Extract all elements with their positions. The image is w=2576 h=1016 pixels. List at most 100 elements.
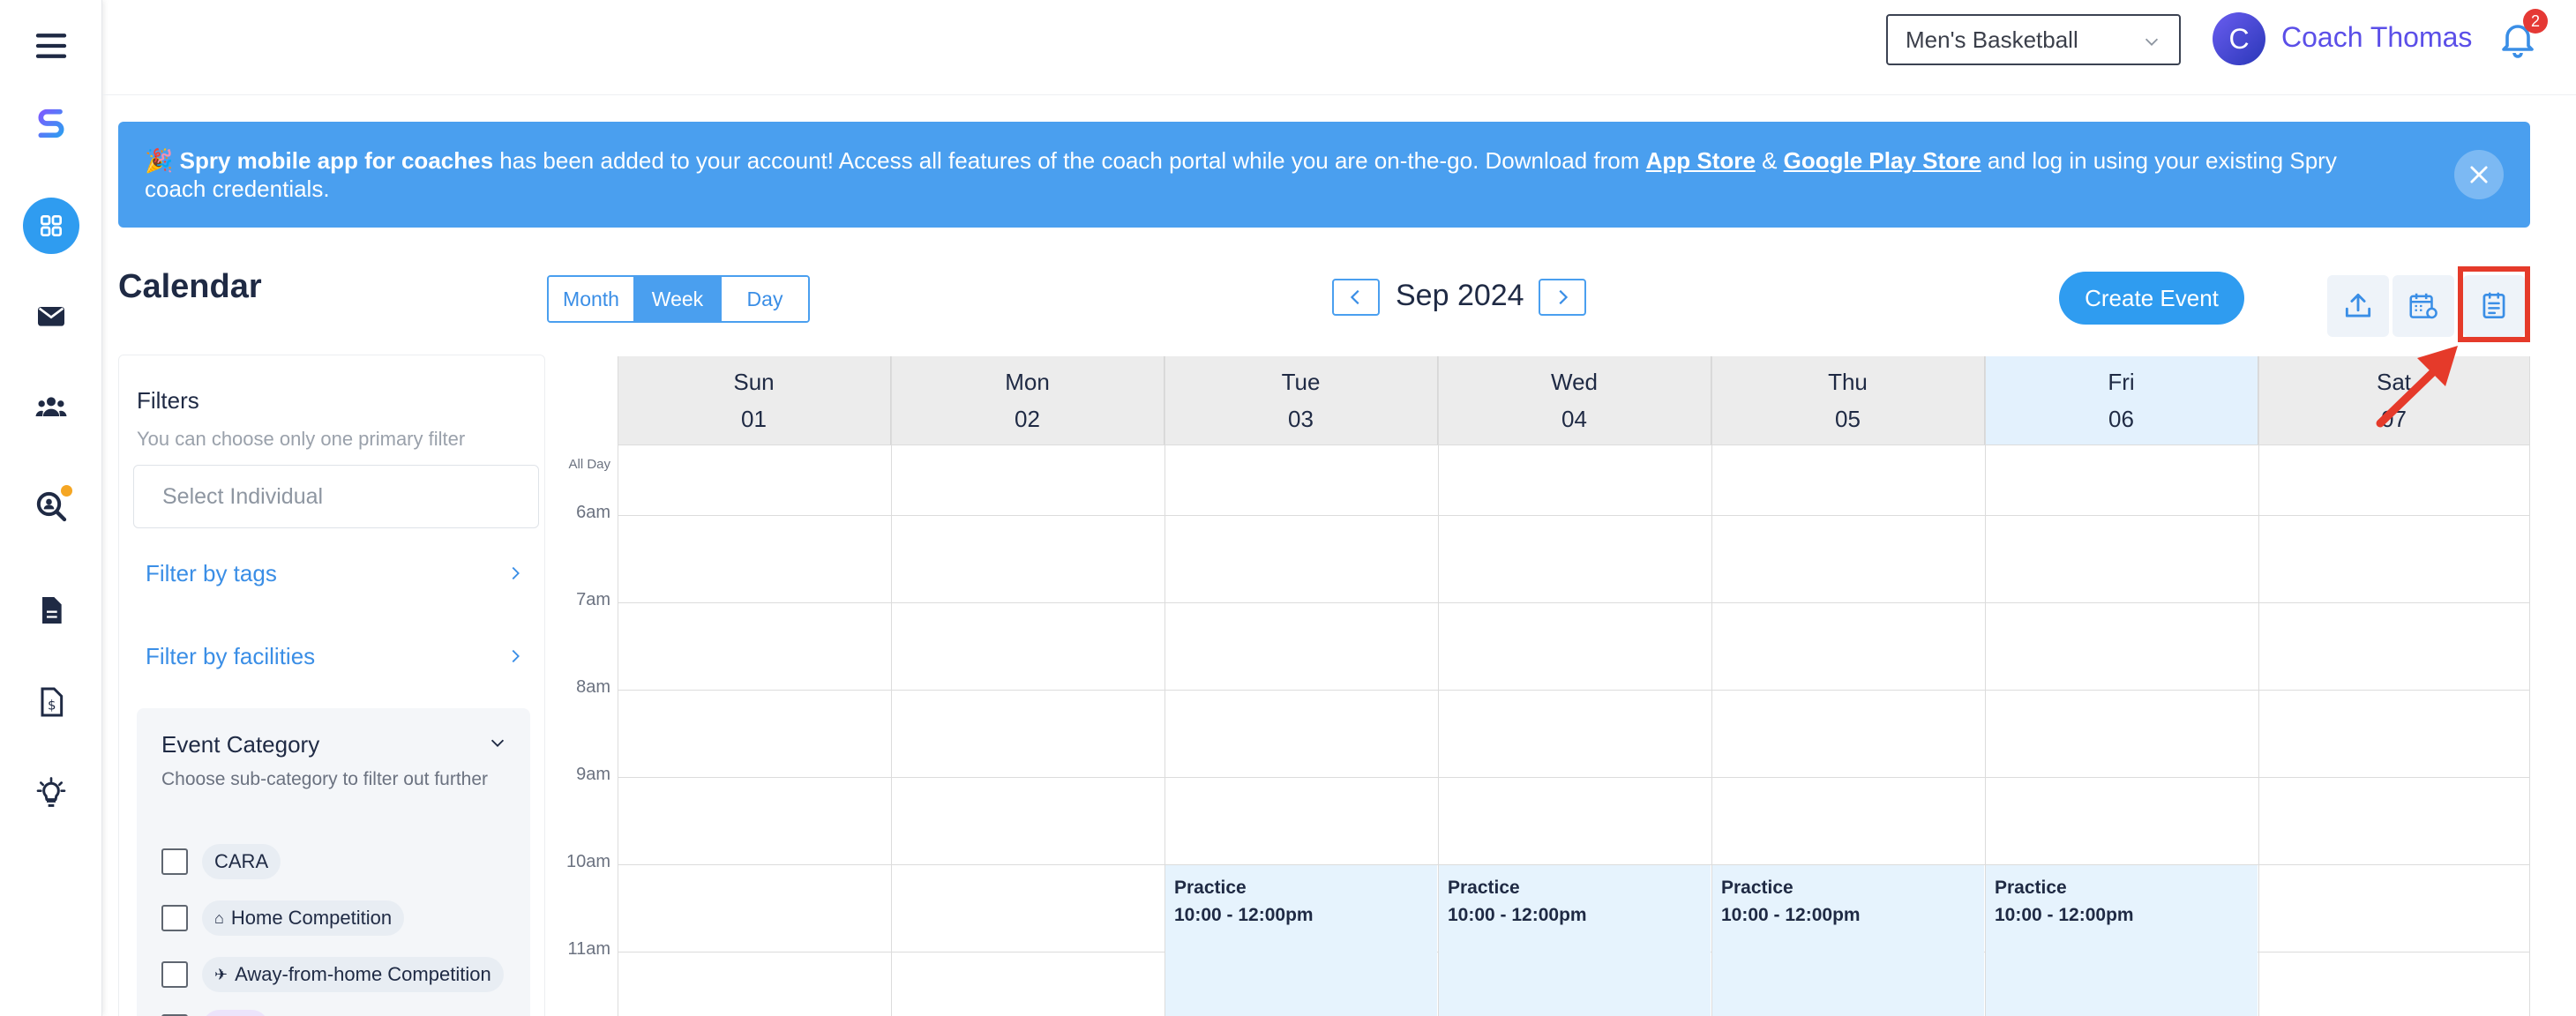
notification-badge: 2 [2523, 9, 2548, 34]
page-title: Calendar [118, 268, 262, 305]
category-checkbox[interactable] [161, 848, 188, 875]
category-chip [202, 1010, 269, 1016]
lightbulb-icon[interactable] [23, 766, 79, 822]
day-header-thu: Thu 05 [1711, 356, 1985, 444]
view-week-button[interactable]: Week [635, 277, 722, 321]
event-title: Practice [1448, 878, 1520, 898]
filter-by-facilities-link[interactable]: Filter by facilities [146, 643, 525, 670]
banner-amp: & [1755, 147, 1784, 174]
view-month-button[interactable]: Month [549, 277, 635, 321]
category-row[interactable]: CARA [161, 842, 281, 881]
svg-text:$: $ [48, 697, 56, 713]
event-category-subtitle: Choose sub-category to filter out furthe… [161, 769, 489, 789]
party-icon: 🎉 [145, 147, 174, 174]
grid-line [618, 444, 2530, 445]
filters-panel: Filters You can choose only one primary … [118, 355, 545, 1016]
spry-logo-icon[interactable] [23, 95, 79, 152]
calendar-settings-button[interactable] [2393, 275, 2454, 337]
day-name: Tue [1281, 369, 1321, 395]
recruit-search-icon[interactable] [23, 478, 79, 534]
category-label: CARA [214, 850, 269, 872]
day-date: 04 [1561, 406, 1587, 432]
mail-icon[interactable] [23, 288, 79, 344]
calendar-settings-icon [2409, 293, 2437, 319]
day-header-wed: Wed 04 [1438, 356, 1711, 444]
grid-line [618, 515, 2530, 516]
category-row[interactable] [161, 1008, 269, 1016]
day-date: 02 [1015, 406, 1040, 432]
category-chip: CARA [202, 844, 281, 879]
chevron-right-icon [505, 645, 525, 672]
app-banner: 🎉 Spry mobile app for coaches has been a… [118, 122, 2530, 228]
export-button[interactable] [2327, 275, 2389, 337]
banner-text: has been added to your account! Access a… [493, 147, 1646, 174]
month-label: Sep 2024 [1396, 279, 1524, 312]
time-label: 8am [576, 677, 610, 697]
event-block[interactable]: Practice 10:00 - 12:00pm [1986, 865, 2258, 1016]
category-row[interactable]: ✈ Away-from-home Competition [161, 955, 504, 994]
category-row[interactable]: ⌂ Home Competition [161, 899, 405, 938]
event-block[interactable]: Practice 10:00 - 12:00pm [1439, 865, 1711, 1016]
category-checkbox[interactable] [161, 961, 188, 988]
grid-line [891, 356, 892, 1016]
upload-icon [2345, 293, 2371, 318]
category-checkbox[interactable] [161, 905, 188, 931]
avatar[interactable]: C [2213, 12, 2265, 65]
event-category-section: Event Category Choose sub-category to fi… [137, 708, 530, 1016]
close-icon[interactable] [2454, 150, 2504, 199]
top-header [102, 0, 2576, 95]
event-block[interactable]: Practice 10:00 - 12:00pm [1165, 865, 1437, 1016]
avatar-initial: C [2228, 22, 2250, 55]
time-label: 7am [576, 590, 610, 609]
select-individual-input[interactable]: Select Individual [133, 465, 539, 528]
day-header-sun: Sun 01 [618, 356, 891, 444]
grid-line [618, 602, 2530, 603]
create-event-button[interactable]: Create Event [2059, 272, 2244, 325]
chevron-right-icon [505, 562, 525, 589]
team-select[interactable]: Men's Basketball [1886, 14, 2181, 65]
dashboard-icon[interactable] [23, 198, 79, 254]
event-block[interactable]: Practice 10:00 - 12:00pm [1712, 865, 1984, 1016]
category-chip: ⌂ Home Competition [202, 900, 405, 936]
chevron-down-icon[interactable] [488, 733, 507, 757]
grid-line [618, 777, 2530, 778]
prev-button[interactable] [1332, 279, 1380, 316]
day-name: Fri [2108, 369, 2135, 395]
category-chip: ✈ Away-from-home Competition [202, 957, 504, 992]
day-name: Wed [1551, 369, 1598, 395]
banner-app-name: Spry mobile app for coaches [179, 147, 494, 174]
event-time: 10:00 - 12:00pm [1448, 905, 1587, 925]
alert-dot [61, 485, 72, 497]
event-title: Practice [1721, 878, 1793, 898]
chevron-down-icon [2142, 30, 2161, 57]
event-time: 10:00 - 12:00pm [1721, 905, 1861, 925]
grid-line [2258, 356, 2259, 1016]
day-date: 03 [1288, 406, 1314, 432]
filters-subtitle: You can choose only one primary filter [137, 428, 466, 450]
event-category-title: Event Category [161, 731, 320, 758]
chevron-left-icon [1350, 289, 1359, 305]
app-store-link[interactable]: App Store [1646, 147, 1756, 174]
view-toggle: Month Week Day [547, 275, 810, 323]
filter-by-facilities-label: Filter by facilities [146, 643, 316, 669]
category-label: Away-from-home Competition [235, 963, 491, 985]
play-store-link[interactable]: Google Play Store [1784, 147, 1981, 174]
highlight-box [2458, 266, 2530, 342]
day-name: Thu [1828, 369, 1868, 395]
time-label: 11am [567, 939, 610, 959]
grid-line [2529, 356, 2530, 1016]
document-icon[interactable] [23, 582, 79, 639]
day-name: Sun [733, 369, 775, 395]
user-name[interactable]: Coach Thomas [2281, 21, 2472, 54]
filter-by-tags-label: Filter by tags [146, 560, 277, 586]
day-date: 05 [1835, 406, 1861, 432]
time-label-allday: All Day [568, 457, 610, 472]
filter-by-tags-link[interactable]: Filter by tags [146, 560, 525, 587]
view-day-button[interactable]: Day [722, 277, 808, 321]
invoice-icon[interactable]: $ [23, 674, 79, 730]
next-button[interactable] [1539, 279, 1586, 316]
team-icon[interactable] [23, 379, 79, 436]
time-label: 10am [565, 852, 610, 871]
menu-icon[interactable] [23, 18, 79, 74]
day-name: Mon [1005, 369, 1050, 395]
